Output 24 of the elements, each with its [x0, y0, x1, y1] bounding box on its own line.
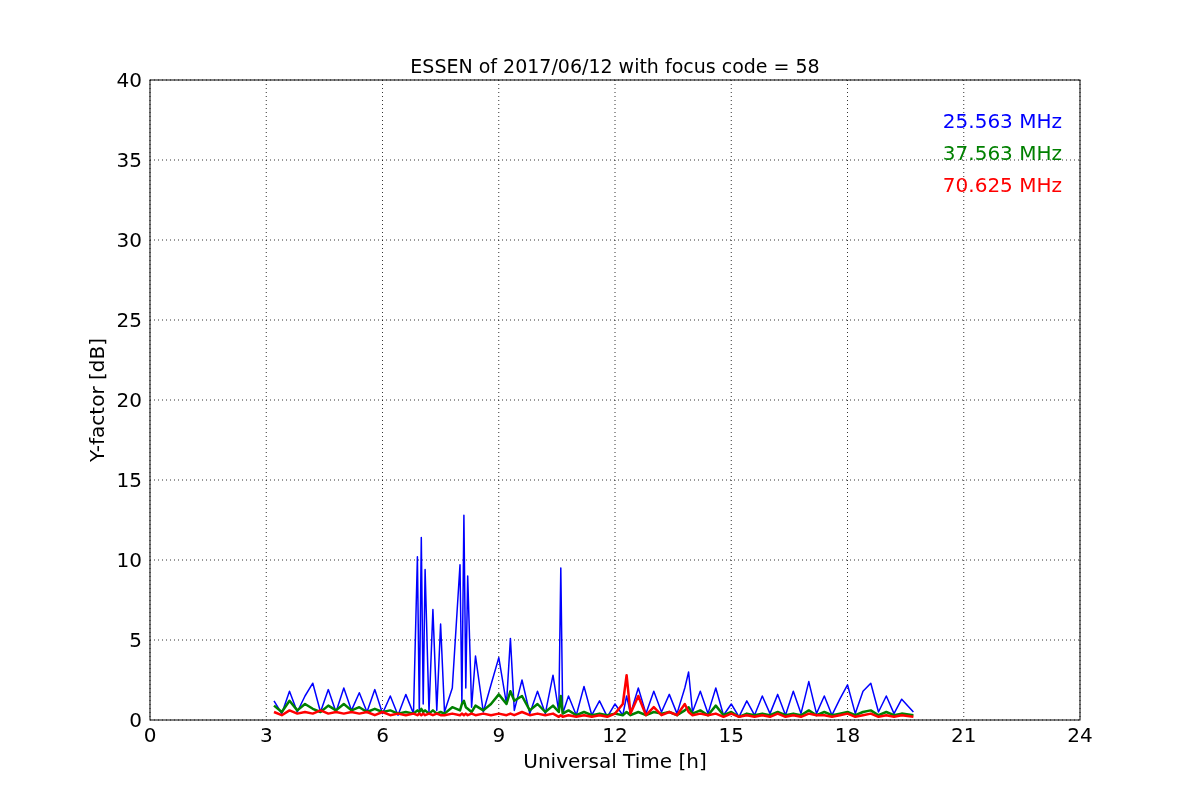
legend-label: 37.563 MHz — [942, 141, 1062, 165]
x-tick-label: 3 — [259, 723, 273, 747]
x-axis-label: Universal Time [h] — [523, 749, 707, 773]
x-tick-label: 24 — [1067, 723, 1093, 747]
x-tick-label: 9 — [492, 723, 506, 747]
x-tick-label: 15 — [718, 723, 744, 747]
y-tick-label: 25 — [116, 308, 142, 332]
y-tick-label: 20 — [116, 388, 142, 412]
x-tick-label: 12 — [602, 723, 628, 747]
y-tick-label: 5 — [129, 628, 142, 652]
y-tick-label: 0 — [129, 708, 142, 732]
y-tick-label: 15 — [116, 468, 142, 492]
y-tick-label: 35 — [116, 148, 142, 172]
y-tick-label: 40 — [116, 68, 142, 92]
y-axis-label: Y-factor [dB] — [85, 338, 109, 462]
x-tick-label: 21 — [951, 723, 977, 747]
y-tick-label: 10 — [116, 548, 142, 572]
chart-title: ESSEN of 2017/06/12 with focus code = 58 — [410, 55, 820, 77]
x-tick-label: 6 — [376, 723, 389, 747]
legend-label: 25.563 MHz — [942, 109, 1062, 133]
legend-label: 70.625 MHz — [942, 173, 1062, 197]
y-tick-label: 30 — [116, 228, 142, 252]
x-tick-label: 18 — [834, 723, 861, 747]
x-tick-label: 0 — [143, 723, 157, 747]
